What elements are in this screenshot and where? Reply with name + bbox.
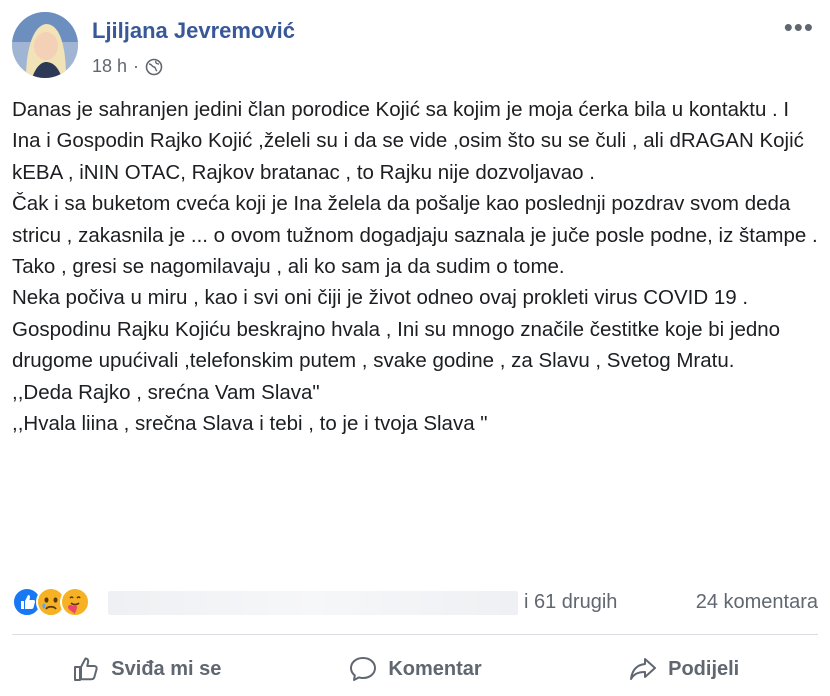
globe-icon (145, 58, 163, 75)
post-paragraph: Tako , gresi se nagomilavaju , ali ko sa… (12, 255, 565, 279)
reactions-bar: i 61 drugih 24 komentara (12, 585, 818, 621)
share-icon (630, 658, 657, 680)
post-actions: Sviđa mi se Komentar Podijeli (12, 644, 818, 694)
reactor-names-blurred (108, 591, 518, 615)
avatar-image (12, 12, 78, 78)
share-button[interactable]: Podijeli (549, 644, 818, 694)
comments-count[interactable]: 24 komentara (696, 591, 818, 614)
divider (12, 634, 818, 635)
comment-button[interactable]: Komentar (281, 644, 550, 694)
post-paragraph: ,,Hvala liina , srečna Slava i tebi , to… (12, 412, 488, 436)
post-paragraph: Danas je sahranjen jedini član porodice … (12, 98, 804, 184)
comment-icon (350, 657, 377, 681)
reaction-icons[interactable] (12, 587, 112, 617)
post-paragraph: Čak i sa buketom cveća koji je Ina želel… (12, 192, 818, 247)
post-time[interactable]: 18 h (92, 56, 127, 77)
like-label: Sviđa mi se (111, 657, 222, 680)
author-name[interactable]: Ljiljana Jevremović (92, 18, 295, 44)
thumbs-up-icon (74, 657, 98, 681)
meta-separator: · (133, 56, 140, 76)
post-paragraph: Neka počiva u miru , kao i svi oni čiji … (12, 286, 749, 310)
care-icon (60, 587, 90, 617)
more-options-icon[interactable]: ••• (784, 12, 814, 43)
post-header: Ljiljana Jevremović 18 h · ••• (12, 12, 818, 82)
avatar[interactable] (12, 12, 78, 78)
share-label: Podijeli (668, 657, 740, 680)
reactions-others-count[interactable]: i 61 drugih (524, 591, 617, 614)
post-meta: 18 h · (92, 56, 163, 77)
like-button[interactable]: Sviđa mi se (12, 644, 281, 694)
post-text: Danas je sahranjen jedini član porodice … (12, 94, 820, 439)
comment-label: Komentar (388, 657, 482, 680)
post-paragraph: Gospodinu Rajku Kojiću beskrajno hvala ,… (12, 317, 781, 373)
post-paragraph: ,,Deda Rajko , srećna Vam Slava" (12, 380, 320, 404)
